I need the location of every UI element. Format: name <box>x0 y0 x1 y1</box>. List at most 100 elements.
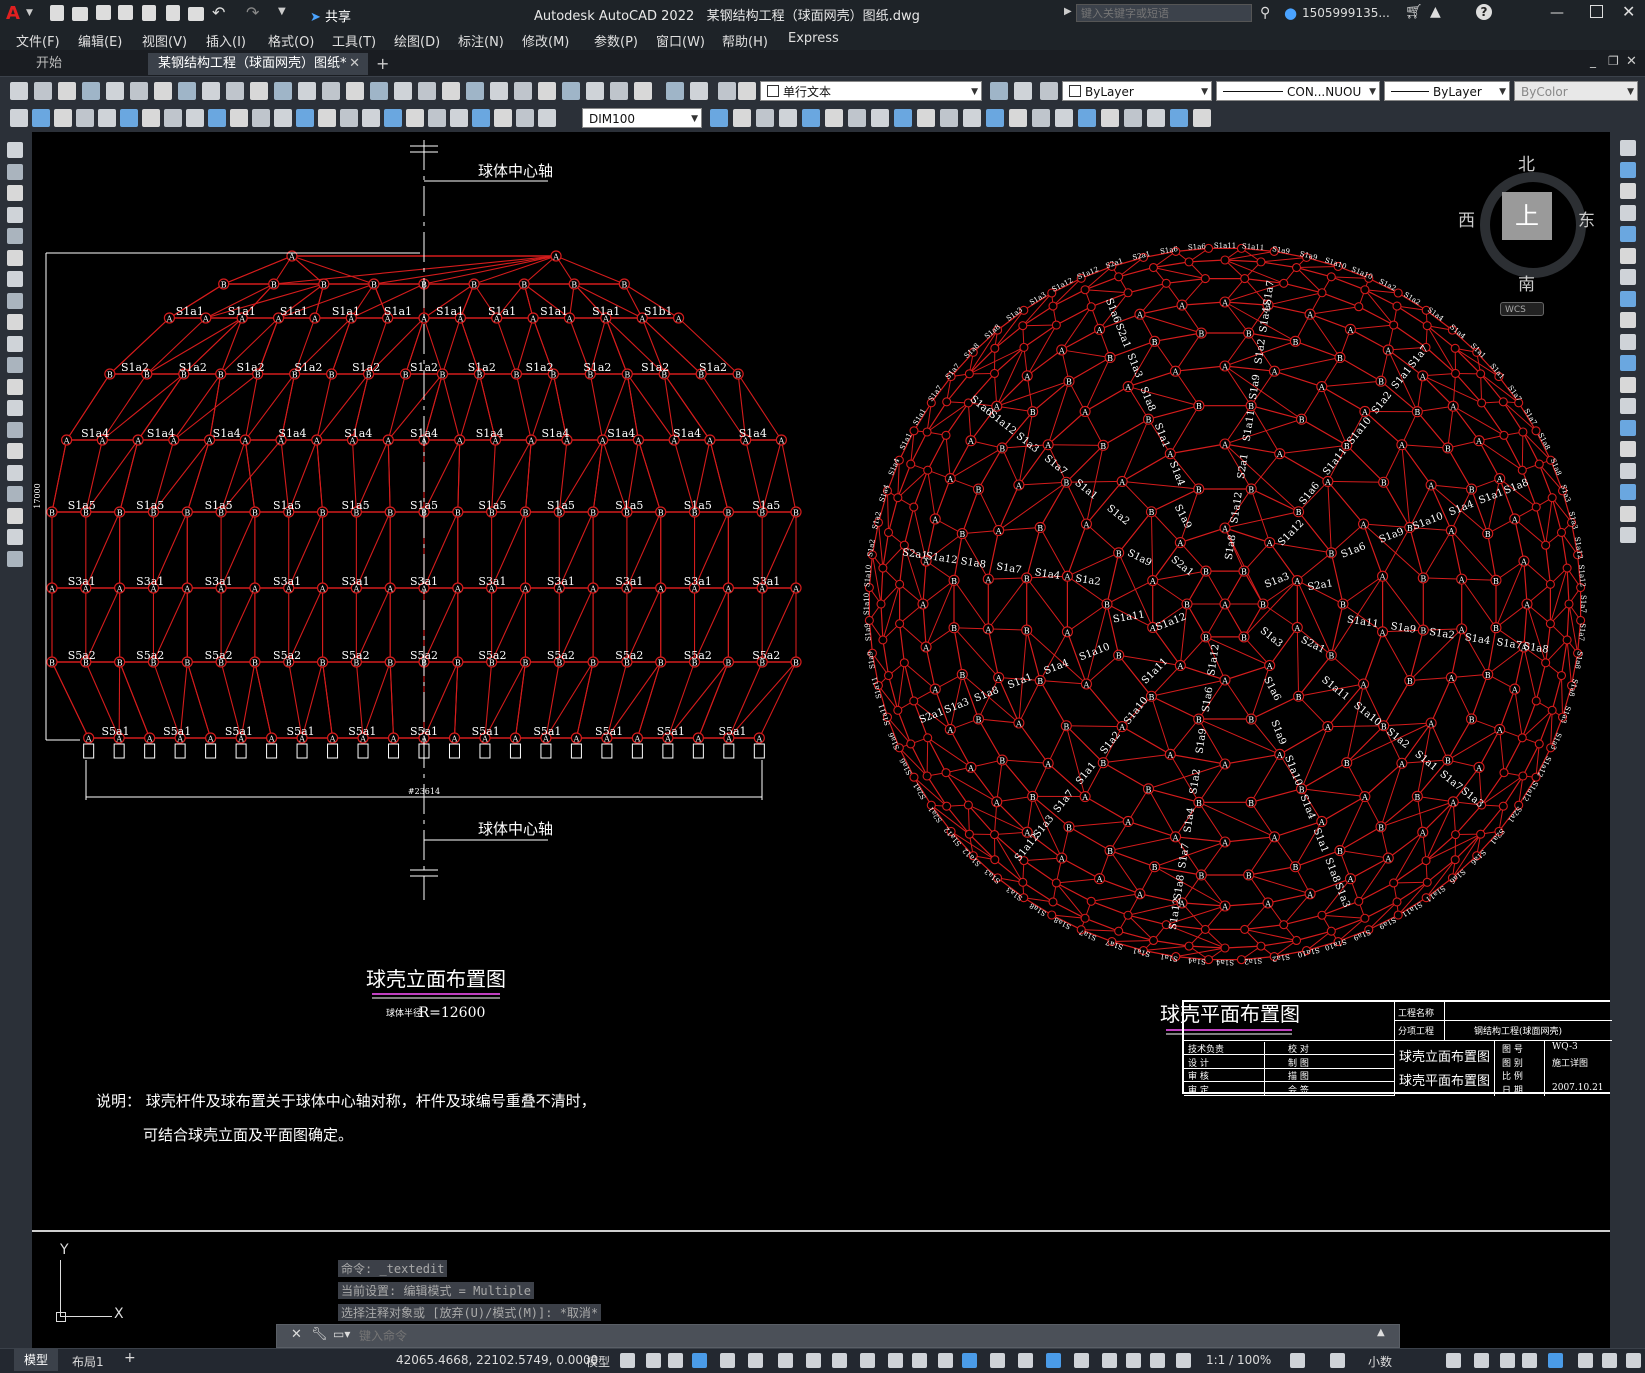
standard-icon-16[interactable] <box>394 82 412 100</box>
standard-icon-21[interactable] <box>514 82 532 100</box>
dimension-icon-9[interactable] <box>208 109 226 127</box>
menu-item-12[interactable]: Express <box>788 31 839 46</box>
standard-icon-22[interactable] <box>538 82 556 100</box>
standard-icon-25[interactable] <box>610 82 628 100</box>
dimension-icon-11[interactable] <box>252 109 270 127</box>
qat-dropdown-icon[interactable]: ▼ <box>278 6 286 17</box>
dimension-icon-45[interactable] <box>1170 109 1188 127</box>
status-toggle-icon-4[interactable] <box>720 1353 735 1368</box>
standard-icon-7[interactable] <box>178 82 196 100</box>
dimension-icon-17[interactable] <box>384 109 402 127</box>
model-space-toggle[interactable]: 模型 <box>586 1353 610 1370</box>
status-toggle-icon-14[interactable] <box>990 1353 1005 1368</box>
standard-icon-32[interactable] <box>1014 82 1032 100</box>
draw-tool-icon-3[interactable] <box>7 207 23 223</box>
status-toggle-icon-21[interactable] <box>1176 1353 1191 1368</box>
draw-tool-icon-0[interactable] <box>7 142 23 158</box>
status-toggle-icon-6[interactable] <box>778 1353 793 1368</box>
autocad-logo-icon[interactable]: A <box>6 4 24 24</box>
dimension-icon-21[interactable] <box>472 109 490 127</box>
standard-icon-4[interactable] <box>106 82 124 100</box>
modify-tool-icon-6[interactable] <box>1620 269 1636 285</box>
draw-tool-icon-9[interactable] <box>7 336 23 352</box>
status-toggle-icon-9[interactable] <box>860 1353 875 1368</box>
menu-item-10[interactable]: 窗口(W) <box>656 31 705 50</box>
draw-tool-icon-17[interactable] <box>7 508 23 524</box>
dimension-icon-33[interactable] <box>894 109 912 127</box>
compass-east[interactable]: 东 <box>1578 206 1595 231</box>
draw-tool-icon-10[interactable] <box>7 357 23 373</box>
compass-south[interactable]: 南 <box>1518 270 1535 295</box>
dimension-icon-30[interactable] <box>825 109 843 127</box>
compass-north[interactable]: 北 <box>1518 150 1535 175</box>
command-prompt-icon[interactable]: ▭▾ <box>333 1327 350 1341</box>
dimension-icon-20[interactable] <box>450 109 468 127</box>
modify-tool-icon-10[interactable] <box>1620 355 1636 371</box>
standard-icon-6[interactable] <box>154 82 172 100</box>
draw-tool-icon-11[interactable] <box>7 379 23 395</box>
dimension-icon-39[interactable] <box>1032 109 1050 127</box>
modify-tool-icon-13[interactable] <box>1620 420 1636 436</box>
status-toggle-icon-20[interactable] <box>1150 1353 1165 1368</box>
draw-tool-icon-15[interactable] <box>7 465 23 481</box>
open-web-icon[interactable] <box>142 5 156 21</box>
standard-icon-17[interactable] <box>418 82 436 100</box>
modify-tool-icon-12[interactable] <box>1620 398 1636 414</box>
status-toggle-icon-13[interactable] <box>962 1353 977 1368</box>
dimension-icon-44[interactable] <box>1147 109 1165 127</box>
status-toggle-icon-8[interactable] <box>832 1353 847 1368</box>
dimension-icon-27[interactable] <box>756 109 774 127</box>
open-file-icon[interactable] <box>72 7 88 21</box>
modify-tool-icon-14[interactable] <box>1620 441 1636 457</box>
standard-icon-13[interactable] <box>322 82 340 100</box>
standard-icon-30[interactable] <box>738 82 756 100</box>
status-toggle-icon-17[interactable] <box>1074 1353 1089 1368</box>
status-tool-icon-0[interactable] <box>1290 1353 1305 1368</box>
new-tab-button[interactable]: + <box>366 53 399 75</box>
menu-item-1[interactable]: 编辑(E) <box>78 31 122 50</box>
menu-item-4[interactable]: 格式(O) <box>268 31 314 50</box>
standard-icon-24[interactable] <box>586 82 604 100</box>
menu-item-3[interactable]: 插入(I) <box>206 31 246 50</box>
doc-restore-icon[interactable]: ❐ <box>1608 54 1619 68</box>
drawing-canvas[interactable]: AABBBBBBBBBAAAAAAAAAAAAAAABBBBBBBBBBBBBB… <box>32 132 1610 1230</box>
close-command-icon[interactable]: ✕ <box>291 1327 302 1342</box>
menu-item-5[interactable]: 工具(T) <box>332 31 376 50</box>
doc-minimize-icon[interactable]: _ <box>1590 54 1596 68</box>
save-as-icon[interactable] <box>118 5 133 20</box>
dimension-icon-25[interactable] <box>710 109 728 127</box>
standard-icon-26[interactable] <box>634 82 652 100</box>
text-style-combo[interactable]: 单行文本▼ <box>760 81 982 101</box>
standard-icon-10[interactable] <box>250 82 268 100</box>
status-toggle-icon-19[interactable] <box>1126 1353 1141 1368</box>
standard-icon-1[interactable] <box>34 82 52 100</box>
units-readout[interactable]: 小数 <box>1368 1353 1392 1370</box>
standard-icon-18[interactable] <box>442 82 460 100</box>
tab-model[interactable]: 模型 <box>14 1349 58 1371</box>
dimension-icon-38[interactable] <box>1009 109 1027 127</box>
modify-tool-icon-3[interactable] <box>1620 205 1636 221</box>
dimension-icon-8[interactable] <box>186 109 204 127</box>
dimension-icon-37[interactable] <box>986 109 1004 127</box>
status-toggle-icon-18[interactable] <box>1102 1353 1117 1368</box>
modify-tool-icon-17[interactable] <box>1620 506 1636 522</box>
draw-tool-icon-2[interactable] <box>7 185 23 201</box>
draw-tool-icon-8[interactable] <box>7 314 23 330</box>
help-icon[interactable]: ? <box>1476 4 1492 20</box>
status-toggle-icon-7[interactable] <box>806 1353 821 1368</box>
modify-tool-icon-4[interactable] <box>1620 226 1636 242</box>
dimension-icon-24[interactable] <box>538 109 556 127</box>
status-toggle-icon-2[interactable] <box>668 1353 683 1368</box>
modify-tool-icon-9[interactable] <box>1620 334 1636 350</box>
standard-icon-9[interactable] <box>226 82 244 100</box>
save-icon[interactable] <box>96 5 111 20</box>
draw-tool-icon-5[interactable] <box>7 250 23 266</box>
annotation-scale[interactable]: 1:1 / 100% <box>1206 1353 1271 1367</box>
draw-tool-icon-18[interactable] <box>7 529 23 545</box>
status-tool-icon-9[interactable] <box>1626 1353 1641 1368</box>
status-tool-icon-5[interactable] <box>1522 1353 1537 1368</box>
draw-tool-icon-4[interactable] <box>7 228 23 244</box>
menu-item-7[interactable]: 标注(N) <box>458 31 504 50</box>
modify-tool-icon-2[interactable] <box>1620 183 1636 199</box>
dimension-icon-0[interactable] <box>10 109 28 127</box>
